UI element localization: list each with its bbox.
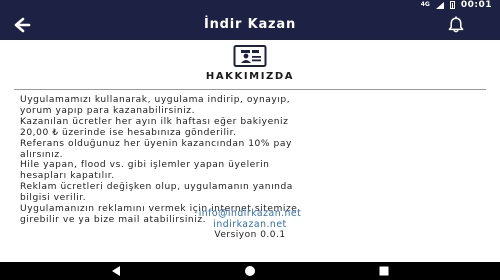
- about-line: Referans olduğunuz her üyenin kazancında…: [20, 138, 292, 149]
- about-line: Reklam ücretleri değişken olup, uygulama…: [20, 182, 293, 193]
- recents-square-icon: [379, 266, 389, 276]
- about-line: Uygulamamızı kullanarak, uygulama indiri…: [20, 95, 291, 105]
- about-line: yorum yapıp para kazanabilirsiniz.: [20, 105, 196, 116]
- status-indicators: 4G 00:01: [421, 0, 492, 10]
- home-circle-icon: [245, 266, 255, 276]
- nav-home-button[interactable]: [243, 264, 257, 278]
- about-text: Uygulamamızı kullanarak, uygulama indiri…: [20, 95, 490, 226]
- status-bar: 4G 00:01: [0, 0, 500, 10]
- app-bar: İndir Kazan: [0, 10, 500, 40]
- email-link[interactable]: info@indirkazan.net: [0, 208, 500, 219]
- website-link[interactable]: indirkazan.net: [0, 219, 500, 230]
- battery-icon: [449, 1, 455, 9]
- about-line: 20,00 ₺ üzerinde ise hesabınıza gönderil…: [20, 127, 237, 138]
- bell-icon: [448, 16, 464, 33]
- divider: [14, 89, 486, 90]
- nav-recents-button[interactable]: [377, 264, 391, 278]
- about-line: alırsınız.: [20, 149, 64, 160]
- status-time: 00:01: [460, 0, 492, 10]
- about-line: Hile yapan, flood vs. gibi işlemler yapa…: [20, 160, 270, 171]
- footer: info@indirkazan.net indirkazan.net Versi…: [0, 208, 500, 241]
- version-label: Versiyon 0.0.1: [214, 230, 286, 240]
- id-card-icon: [233, 45, 267, 67]
- network-type: 4G: [420, 1, 430, 8]
- navigation-bar: [0, 262, 500, 280]
- about-line: hesapları kapatılır.: [20, 171, 115, 182]
- back-button[interactable]: [8, 14, 36, 36]
- signal-icon: [435, 1, 444, 9]
- back-triangle-icon: [112, 266, 120, 276]
- about-line: Kazanılan ücretler her ayın ilk haftası …: [20, 116, 289, 127]
- section-title: HAKKIMIZDA: [205, 71, 295, 82]
- app-title: İndir Kazan: [203, 17, 297, 32]
- arrow-left-icon: [14, 17, 31, 33]
- nav-back-button[interactable]: [109, 264, 123, 278]
- about-line: bilgisi verilir.: [20, 193, 87, 204]
- notifications-button[interactable]: [444, 13, 468, 37]
